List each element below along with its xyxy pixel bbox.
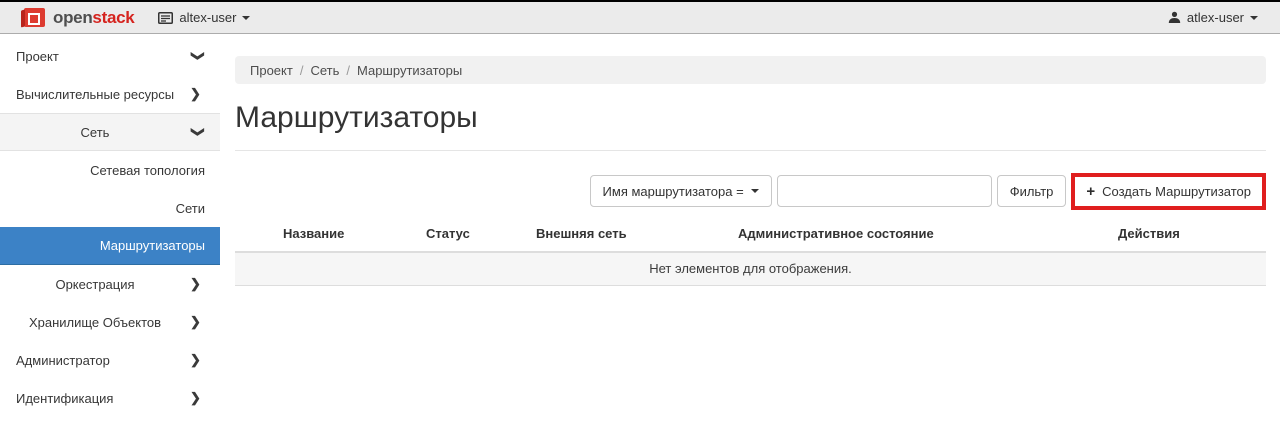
select-column-header: [235, 220, 275, 252]
plus-icon: +: [1086, 184, 1095, 199]
chevron-right-icon: ❯: [190, 276, 220, 292]
filter-search-input[interactable]: [777, 175, 992, 207]
routers-table: НазваниеСтатусВнешняя сетьАдминистративн…: [235, 220, 1266, 286]
column-header-5[interactable]: Действия: [1110, 220, 1266, 252]
openstack-wordmark: openstack: [53, 9, 134, 26]
column-header-3[interactable]: Внешняя сеть: [528, 220, 730, 252]
breadcrumb-item: Маршрутизаторы: [357, 63, 462, 78]
sidebar-item-label: Администратор: [0, 353, 190, 368]
openstack-cube-icon: [24, 8, 45, 27]
project-selector-label: altex-user: [179, 10, 236, 25]
sidebar-item-администратор[interactable]: Администратор❯: [0, 341, 220, 379]
chevron-right-icon: ❯: [190, 352, 220, 368]
create-router-label: Создать Маршрутизатор: [1102, 184, 1251, 199]
sidebar-item-оркестрация[interactable]: Оркестрация❯: [0, 265, 220, 303]
caret-down-icon: [1250, 16, 1258, 20]
filter-field-label: Имя маршрутизатора =: [603, 184, 744, 199]
breadcrumb-separator: /: [346, 63, 350, 78]
sidebar-item-label: Маршрутизаторы: [0, 238, 220, 253]
table-header-row: НазваниеСтатусВнешняя сетьАдминистративн…: [235, 220, 1266, 252]
empty-message: Нет элементов для отображения.: [235, 252, 1266, 285]
breadcrumb-item[interactable]: Сеть: [310, 63, 339, 78]
table-actions-row: Имя маршрутизатора = Фильтр + Создать Ма…: [235, 175, 1266, 210]
filter-button[interactable]: Фильтр: [997, 175, 1067, 207]
sidebar-item-label: Сети: [0, 201, 220, 216]
user-menu-label: atlex-user: [1187, 10, 1244, 25]
sidebar-item-хранилище-объектов[interactable]: Хранилище Объектов❯: [0, 303, 220, 341]
chevron-right-icon: ❯: [190, 86, 220, 102]
caret-down-icon: [242, 16, 250, 20]
create-router-button[interactable]: + Создать Маршрутизатор: [1075, 177, 1262, 206]
chevron-right-icon: ❯: [190, 390, 220, 406]
main-content: Проект / Сеть / Маршрутизаторы Маршрутизатор…: [220, 34, 1280, 430]
sidebar-item-label: Сетевая топология: [0, 163, 220, 178]
sidebar-item-label: Проект: [0, 49, 190, 64]
sidebar-item-label: Идентификация: [0, 391, 190, 406]
breadcrumb: Проект / Сеть / Маршрутизаторы: [235, 56, 1266, 84]
sidebar-item-идентификация[interactable]: Идентификация❯: [0, 379, 220, 417]
sidebar-item-label: Хранилище Объектов: [0, 315, 190, 330]
filter-field-dropdown[interactable]: Имя маршрутизатора =: [590, 175, 772, 207]
sidebar-item-label: Сеть: [0, 125, 190, 140]
sidebar-item-label: Вычислительные ресурсы: [0, 87, 190, 102]
chevron-down-icon: ❯: [190, 124, 206, 140]
sidebar-nav: Проект❯Вычислительные ресурсы❯Сеть❯Сетев…: [0, 34, 220, 430]
user-menu-dropdown[interactable]: atlex-user: [1168, 10, 1258, 25]
wordmark-open: open: [53, 8, 92, 27]
sidebar-item-сеть[interactable]: Сеть❯: [0, 113, 220, 151]
sidebar-item-проект[interactable]: Проект❯: [0, 37, 220, 75]
sidebar-item-маршрутизаторы[interactable]: Маршрутизаторы: [0, 227, 220, 265]
openstack-logo[interactable]: openstack: [24, 8, 134, 27]
page-title: Маршрутизаторы: [235, 100, 1266, 151]
annotation-highlight-box: + Создать Маршрутизатор: [1071, 173, 1266, 210]
top-header-bar: openstack altex-user atlex-user: [0, 0, 1280, 34]
user-icon: [1168, 11, 1181, 24]
breadcrumb-item[interactable]: Проект: [250, 63, 293, 78]
caret-down-icon: [751, 189, 759, 193]
column-header-1[interactable]: Название: [275, 220, 418, 252]
column-header-2[interactable]: Статус: [418, 220, 528, 252]
project-monitor-icon: [158, 12, 173, 24]
breadcrumb-separator: /: [300, 63, 304, 78]
project-selector-dropdown[interactable]: altex-user: [158, 10, 250, 25]
table-empty-row: Нет элементов для отображения.: [235, 252, 1266, 285]
wordmark-stack: stack: [92, 8, 134, 27]
sidebar-item-вычислительные-ресурсы[interactable]: Вычислительные ресурсы❯: [0, 75, 220, 113]
sidebar-item-label: Оркестрация: [0, 277, 190, 292]
sidebar-item-сети[interactable]: Сети: [0, 189, 220, 227]
sidebar-item-сетевая-топология[interactable]: Сетевая топология: [0, 151, 220, 189]
filter-button-label: Фильтр: [1010, 184, 1054, 199]
column-header-4[interactable]: Административное состояние: [730, 220, 1110, 252]
chevron-right-icon: ❯: [190, 314, 220, 330]
chevron-down-icon: ❯: [190, 48, 206, 64]
